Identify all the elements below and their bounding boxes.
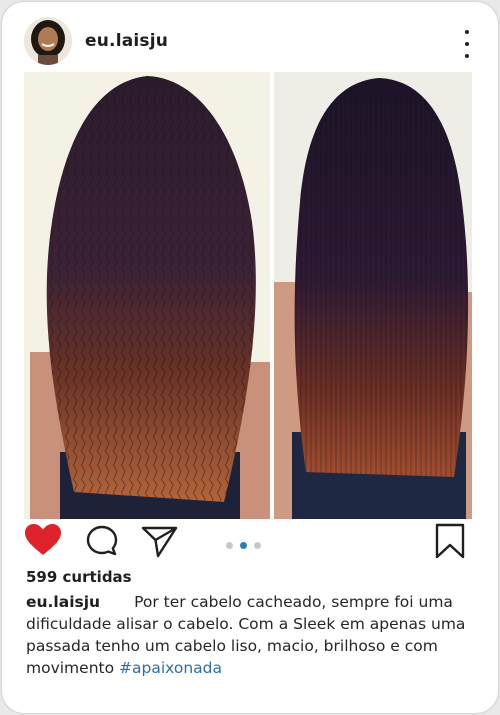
bookmark-icon[interactable]: [434, 523, 466, 563]
carousel-dot: [226, 542, 233, 549]
carousel-dot-active: [240, 542, 247, 549]
username[interactable]: eu.laisju: [85, 31, 168, 51]
carousel-dot: [254, 542, 261, 549]
post-header: eu.laisju: [2, 2, 498, 74]
more-options-icon[interactable]: [457, 30, 477, 58]
hashtag-link[interactable]: #apaixonada: [119, 659, 222, 677]
avatar[interactable]: [24, 17, 72, 65]
caption-author[interactable]: eu.laisju: [26, 593, 100, 611]
likes-count[interactable]: 599 curtidas: [26, 568, 132, 586]
post-card: eu.laisju 599 curtidas eu.laisju Por ter…: [2, 2, 498, 713]
carousel-indicator: [226, 542, 261, 549]
heart-filled-icon[interactable]: [24, 523, 62, 561]
paper-plane-icon[interactable]: [141, 525, 179, 563]
comment-bubble-icon[interactable]: [85, 524, 119, 562]
post-image[interactable]: [24, 72, 472, 519]
post-caption: eu.laisju Por ter cabelo cacheado, sempre…: [26, 591, 478, 679]
